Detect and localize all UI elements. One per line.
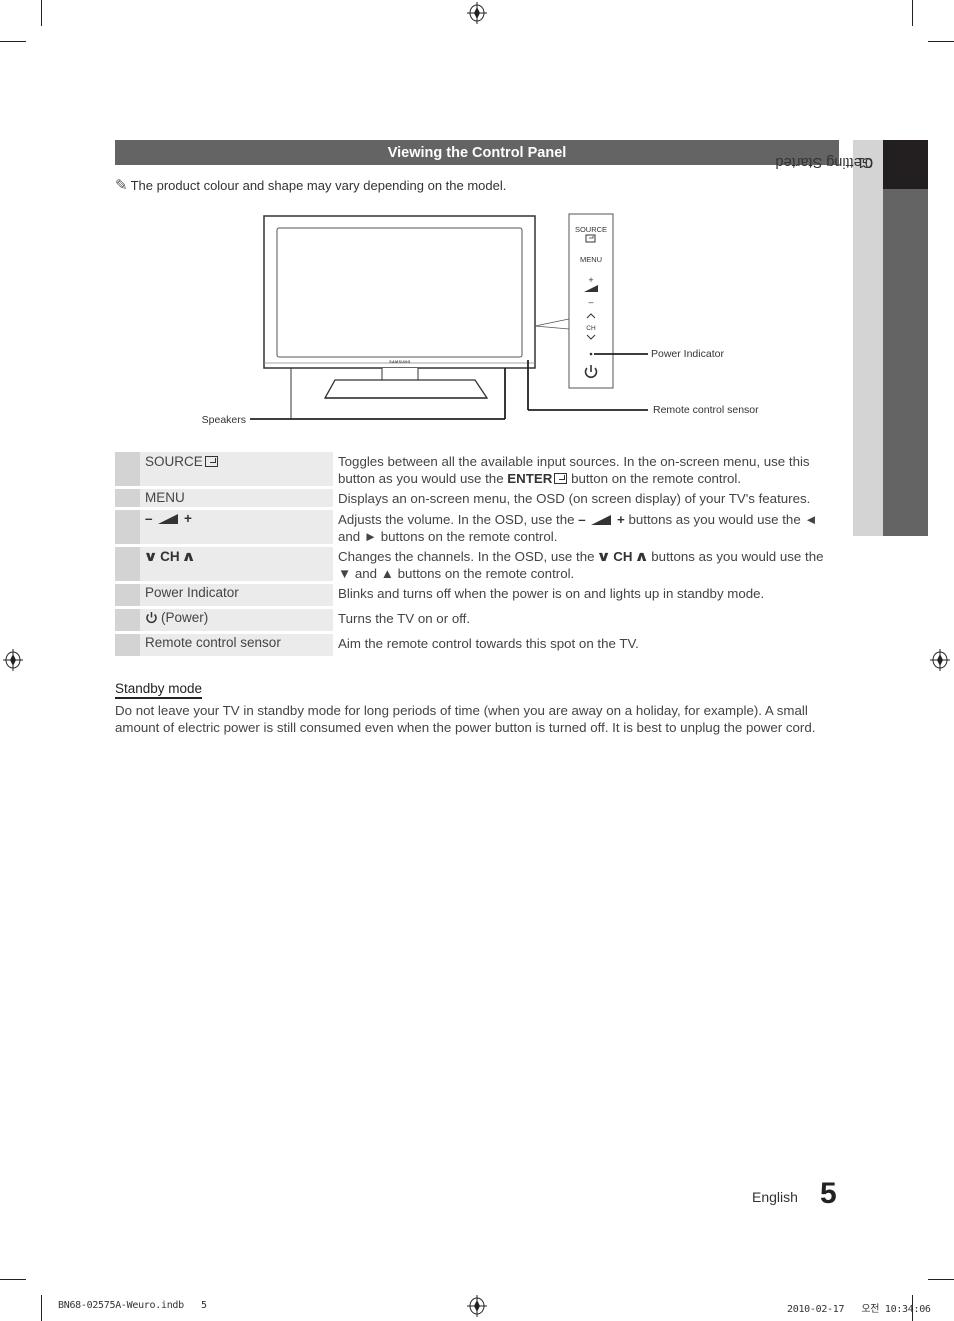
chapter-tab-marker <box>883 140 928 189</box>
table-row: SOURCE Toggles between all the available… <box>115 452 840 486</box>
row-desc: Displays an on-screen menu, the OSD (on … <box>338 491 811 506</box>
row-name: SOURCE <box>140 452 333 486</box>
volume-icon <box>591 515 612 525</box>
row-name: – + <box>140 510 333 544</box>
row-name: Remote control sensor <box>140 634 333 656</box>
volume-icon <box>158 514 179 524</box>
row-marker <box>115 634 140 656</box>
pencil-note-icon: ✎ <box>115 177 128 194</box>
chapter-tab-bar <box>883 189 928 536</box>
registration-mark-icon <box>3 649 23 671</box>
footer-language: English <box>752 1189 798 1205</box>
table-row: – + Adjusts the volume. In the OSD, use … <box>115 510 840 544</box>
brand-logo: SAMSUNG <box>389 360 410 364</box>
row-desc: Toggles between all the available input … <box>338 454 810 486</box>
row-name: MENU <box>140 489 333 507</box>
row-desc: Aim the remote control towards this spot… <box>338 636 639 651</box>
panel-label-menu: MENU <box>580 255 602 264</box>
crop-mark <box>928 1279 954 1280</box>
row-marker <box>115 584 140 606</box>
chevron-down-icon: ∨ <box>596 548 612 564</box>
crop-mark <box>41 1295 42 1321</box>
row-marker <box>115 547 140 581</box>
control-panel-diagram: SAMSUNG Speakers Remote control sensor S… <box>202 213 759 426</box>
row-name: ∨ CH ∧ <box>140 547 333 581</box>
table-row: (Power) Turns the TV on or off. <box>115 609 840 631</box>
chapter-title: Getting Started <box>775 154 873 170</box>
power-icon <box>146 612 157 624</box>
chevron-down-icon: ∨ <box>143 548 159 564</box>
print-slug-file: BN68-02575A-Weuro.indb 5 <box>58 1300 207 1311</box>
chevron-up-icon: ∧ <box>181 548 197 564</box>
row-marker <box>115 510 140 544</box>
row-desc: Blinks and turns off when the power is o… <box>338 586 765 601</box>
callout-remote-sensor: Remote control sensor <box>653 404 759 416</box>
row-desc: Changes the channels. In the OSD, use th… <box>338 548 824 581</box>
panel-label-vol-plus: + <box>588 275 593 285</box>
panel-label-ch: CH <box>586 325 596 332</box>
table-row: ∨ CH ∧ Changes the channels. In the OSD,… <box>115 547 840 581</box>
crop-mark <box>912 0 913 26</box>
chevron-up-icon: ∧ <box>634 548 650 564</box>
section-header: Viewing the Control Panel <box>115 140 839 165</box>
registration-mark-icon <box>467 1295 487 1317</box>
standby-body: Do not leave your TV in standby mode for… <box>115 703 816 735</box>
standby-title: Standby mode <box>115 681 203 699</box>
enter-icon <box>204 456 218 467</box>
chapter-label: 01 Getting Started <box>775 140 883 536</box>
enter-icon <box>554 473 568 484</box>
crop-mark <box>0 1279 26 1280</box>
panel-label-vol-minus: – <box>588 297 593 307</box>
table-row: Power Indicator Blinks and turns off whe… <box>115 584 840 606</box>
crop-mark <box>0 41 26 42</box>
row-desc: Adjusts the volume. In the OSD, use the … <box>338 512 818 544</box>
crop-mark <box>41 0 42 26</box>
print-slug-date: 2010-02-17 오전 10:34:06 <box>787 1304 931 1315</box>
row-name: Power Indicator <box>140 584 333 606</box>
callout-power-indicator: Power Indicator <box>651 348 724 360</box>
page-number: 5 <box>820 1177 837 1210</box>
row-desc: Turns the TV on or off. <box>338 611 471 626</box>
table-row: MENU Displays an on-screen menu, the OSD… <box>115 489 840 507</box>
row-marker <box>115 609 140 631</box>
registration-mark-icon <box>467 2 487 24</box>
control-panel-table: SOURCE Toggles between all the available… <box>115 452 840 659</box>
panel-power-indicator <box>589 352 593 356</box>
tv-screen <box>276 227 523 358</box>
product-note: ✎ The product colour and shape may vary d… <box>115 176 506 194</box>
panel-label-source: SOURCE <box>575 225 607 234</box>
table-row: Remote control sensor Aim the remote con… <box>115 634 840 656</box>
note-text: The product colour and shape may vary de… <box>130 178 507 193</box>
crop-mark <box>928 41 954 42</box>
row-marker <box>115 452 140 486</box>
row-name: (Power) <box>140 609 333 631</box>
row-marker <box>115 489 140 507</box>
callout-speakers: Speakers <box>202 414 246 426</box>
registration-mark-icon <box>930 649 950 671</box>
